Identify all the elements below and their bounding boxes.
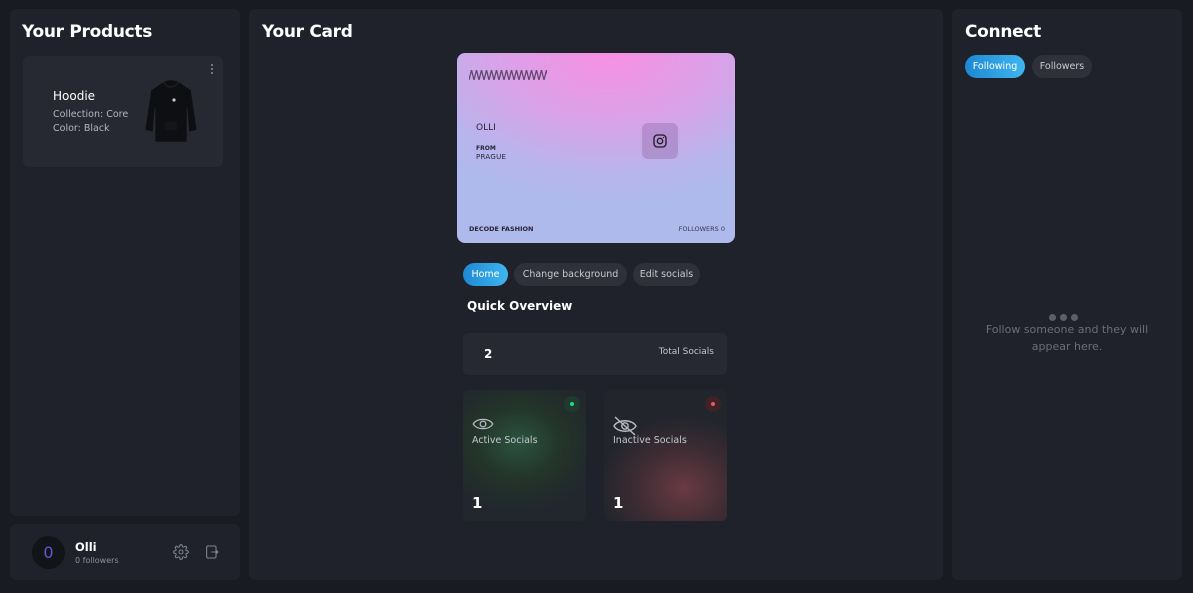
hoodie-image [141, 78, 201, 146]
total-socials-stat: 2 Total Socials [463, 333, 727, 375]
card-from-label: FROM [476, 145, 496, 152]
card-followers: FOLLOWERS 0 [678, 225, 725, 233]
user-followers-count: 0 followers [75, 556, 119, 565]
active-socials-card: Active Socials 1 [463, 390, 586, 521]
product-color: Color: Black [53, 123, 110, 134]
quick-overview-title: Quick Overview [467, 299, 573, 313]
card-panel: Your Card OLLI FROM PRAGUE DECODE FASHIO… [249, 9, 943, 580]
ellipsis-icon [1049, 306, 1085, 321]
active-socials-label: Active Socials [472, 435, 538, 446]
tab-edit-socials[interactable]: Edit socials [633, 263, 700, 286]
user-panel: 0 Olli 0 followers [10, 524, 240, 580]
connect-title: Connect [965, 22, 1041, 42]
settings-icon[interactable] [173, 544, 189, 560]
total-socials-label: Total Socials [658, 347, 714, 357]
logout-icon[interactable] [204, 544, 220, 560]
tab-home[interactable]: Home [463, 263, 508, 286]
card-brand: DECODE FASHION [469, 225, 534, 233]
active-socials-value: 1 [472, 494, 483, 512]
card-location: PRAGUE [476, 153, 507, 161]
status-dot-icon [705, 396, 721, 412]
products-title: Your Products [22, 22, 153, 42]
card-title: Your Card [262, 22, 353, 42]
product-name: Hoodie [53, 89, 96, 103]
card-pattern [469, 65, 547, 80]
tab-following[interactable]: Following [965, 55, 1025, 78]
tab-change-background[interactable]: Change background [514, 263, 627, 286]
inactive-socials-value: 1 [613, 494, 624, 512]
inactive-socials-label: Inactive Socials [613, 435, 687, 446]
total-socials-value: 2 [484, 347, 493, 361]
products-panel: Your Products Hoodie Collection: Core Co… [10, 9, 240, 516]
instagram-icon[interactable] [642, 123, 678, 159]
product-card[interactable]: Hoodie Collection: Core Color: Black [23, 56, 223, 167]
tab-followers[interactable]: Followers [1032, 55, 1092, 78]
product-collection: Collection: Core [53, 109, 129, 120]
more-options-icon[interactable] [208, 64, 216, 78]
eye-icon [472, 416, 494, 436]
avatar[interactable]: 0 [32, 536, 65, 569]
status-dot-icon [564, 396, 580, 412]
empty-state-message: Follow someone and they will appear here… [985, 323, 1149, 353]
nfc-card-preview: OLLI FROM PRAGUE DECODE FASHION FOLLOWER… [457, 53, 735, 243]
card-name: OLLI [476, 123, 496, 133]
inactive-socials-card: Inactive Socials 1 [604, 390, 727, 521]
connect-panel: Connect Following Followers Follow someo… [952, 9, 1182, 580]
user-name: Olli [75, 540, 97, 554]
